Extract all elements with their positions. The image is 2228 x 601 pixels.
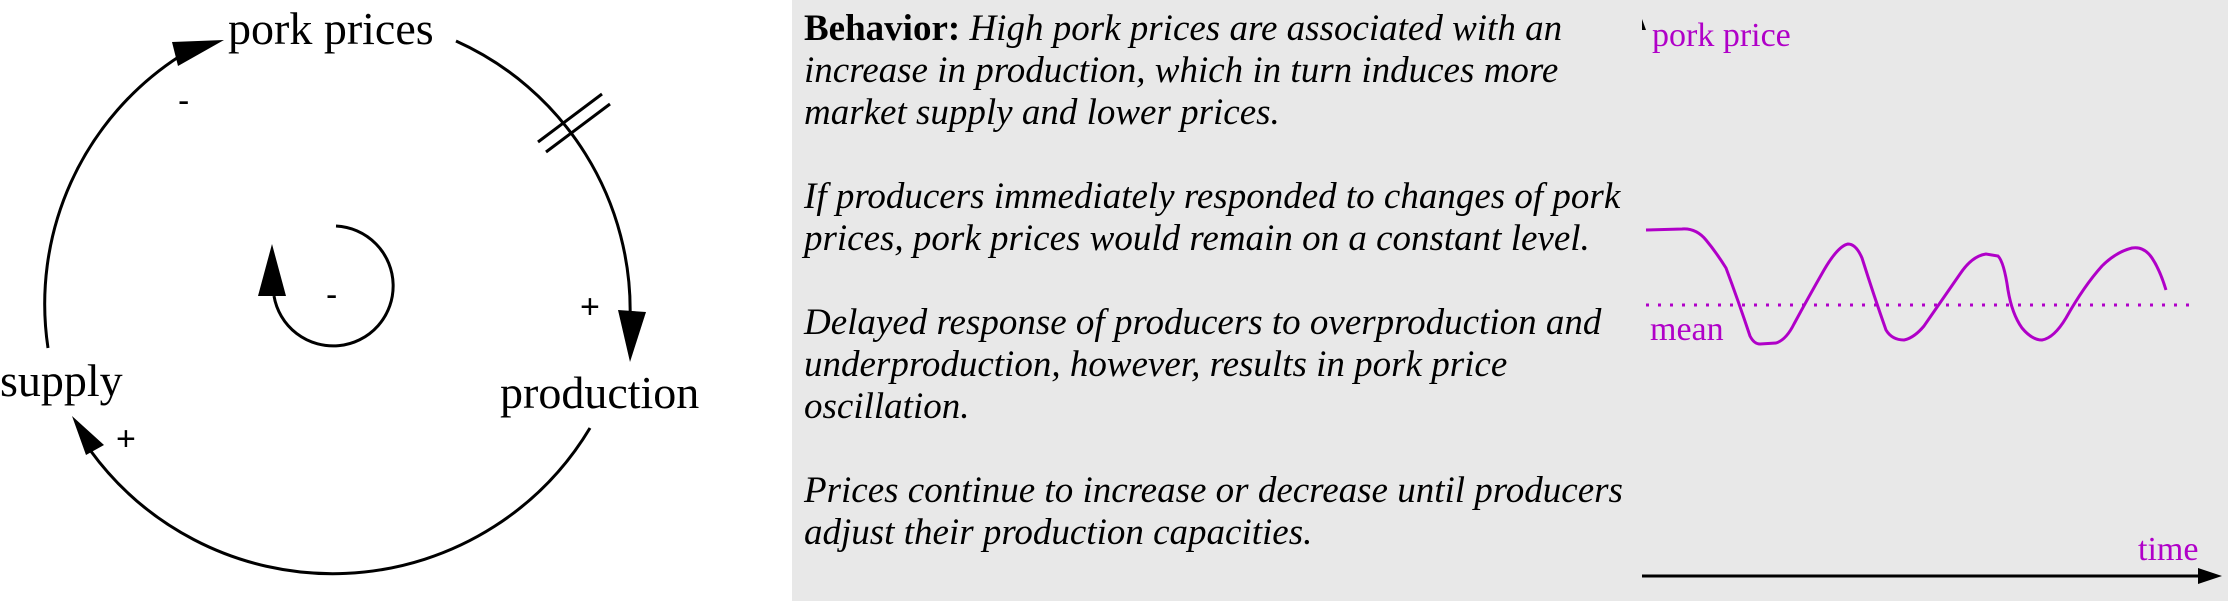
arrowhead-production bbox=[618, 310, 646, 362]
x-axis-label: time bbox=[2138, 531, 2198, 568]
node-production: production bbox=[500, 367, 699, 418]
behavior-paragraph-2: If producers immediately responded to ch… bbox=[804, 176, 1621, 259]
node-pork-prices: pork prices bbox=[228, 3, 434, 54]
link-prices-to-production bbox=[455, 39, 632, 321]
sign-production-to-supply: + bbox=[116, 420, 136, 458]
behavior-heading: Behavior: bbox=[804, 8, 961, 49]
mean-label: mean bbox=[1650, 311, 1724, 348]
behavior-paragraph-4: Prices continue to increase or decrease … bbox=[804, 470, 1623, 553]
y-axis-label: pork price bbox=[1652, 17, 1791, 54]
x-axis-arrowhead bbox=[2198, 568, 2222, 584]
node-supply: supply bbox=[0, 355, 123, 406]
behavior-panel: Behavior: High pork prices are associate… bbox=[792, 0, 2228, 601]
sign-supply-to-prices: - bbox=[178, 82, 189, 120]
pork-price-graph: pork price time mean bbox=[1642, 17, 2222, 584]
sign-loop-polarity: - bbox=[326, 276, 337, 314]
price-curve bbox=[1645, 227, 2168, 346]
causal-loop-diagram: pork prices production supply + + - - bbox=[0, 3, 699, 576]
behavior-text: Behavior: High pork prices are associate… bbox=[804, 8, 1634, 596]
y-axis-arrowhead bbox=[1642, 19, 1646, 30]
delay-marker bbox=[537, 92, 611, 154]
behavior-paragraph-1: Behavior: High pork prices are associate… bbox=[804, 8, 1634, 134]
behavior-paragraph-3: Delayed response of producers to overpro… bbox=[804, 302, 1602, 427]
link-supply-to-prices bbox=[43, 54, 181, 349]
sign-prices-to-production: + bbox=[580, 288, 600, 326]
arrowhead-prices bbox=[172, 40, 224, 66]
arrowhead-supply bbox=[72, 416, 104, 455]
loop-polarity-arrowhead bbox=[258, 244, 286, 296]
link-production-to-supply bbox=[88, 427, 592, 576]
